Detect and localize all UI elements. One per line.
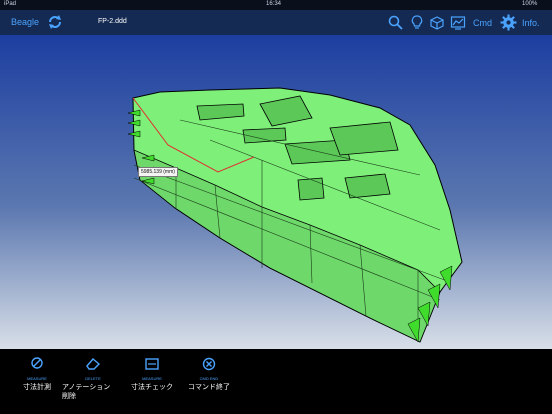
end-icon-text: CMD END	[199, 376, 219, 381]
hull-model[interactable]	[0, 35, 552, 349]
measure-label: 寸法計測	[23, 384, 51, 391]
info-button[interactable]: Info.	[522, 18, 540, 28]
status-bar: iPad 16:34 100%	[0, 0, 552, 10]
dimension-check-label: 寸法チェック	[131, 384, 173, 391]
end-command-tool[interactable]: CMD END コマンド終了	[183, 357, 235, 392]
check-icon-text: MEASURE	[142, 376, 162, 381]
lightbulb-icon[interactable]	[411, 15, 423, 31]
gear-icon[interactable]	[500, 14, 517, 31]
battery-level: 100%	[522, 1, 538, 7]
top-navbar: Beagle FP-2.ddd Cmd Info.	[0, 10, 552, 35]
measure-dimension-tool[interactable]: MEASURE 寸法計測	[17, 357, 57, 392]
end-command-label: コマンド終了	[188, 384, 230, 391]
dimension-check-icon	[145, 358, 159, 370]
measurement-label: 5985.139 (mm)	[138, 167, 178, 177]
chart-window-icon[interactable]	[450, 15, 466, 31]
3d-viewport[interactable]: 5985.139 (mm)	[0, 35, 552, 349]
eraser-icon	[86, 358, 101, 370]
measure-icon-text: MEASURE	[27, 376, 47, 381]
close-icon	[202, 357, 216, 371]
delete-annotation-tool[interactable]: DELETE アノテーション 削除	[62, 357, 124, 401]
delete-icon-text: DELETE	[85, 376, 101, 381]
carrier-label: iPad	[4, 1, 17, 7]
cube-view-icon[interactable]	[429, 15, 445, 31]
cmd-button[interactable]: Cmd	[473, 18, 492, 28]
dimension-check-tool[interactable]: MEASURE 寸法チェック	[126, 357, 178, 392]
search-icon[interactable]	[388, 15, 404, 31]
sync-icon[interactable]	[47, 14, 63, 30]
measure-icon	[31, 357, 43, 369]
clock: 16:34	[266, 1, 282, 7]
delete-annotation-label: アノテーション 削除	[62, 384, 111, 400]
bottom-toolbar: MEASURE 寸法計測 DELETE アノテーション 削除 MEASURE 寸…	[0, 349, 552, 414]
file-name: FP-2.ddd	[98, 18, 127, 25]
brand-button[interactable]: Beagle	[11, 17, 39, 27]
